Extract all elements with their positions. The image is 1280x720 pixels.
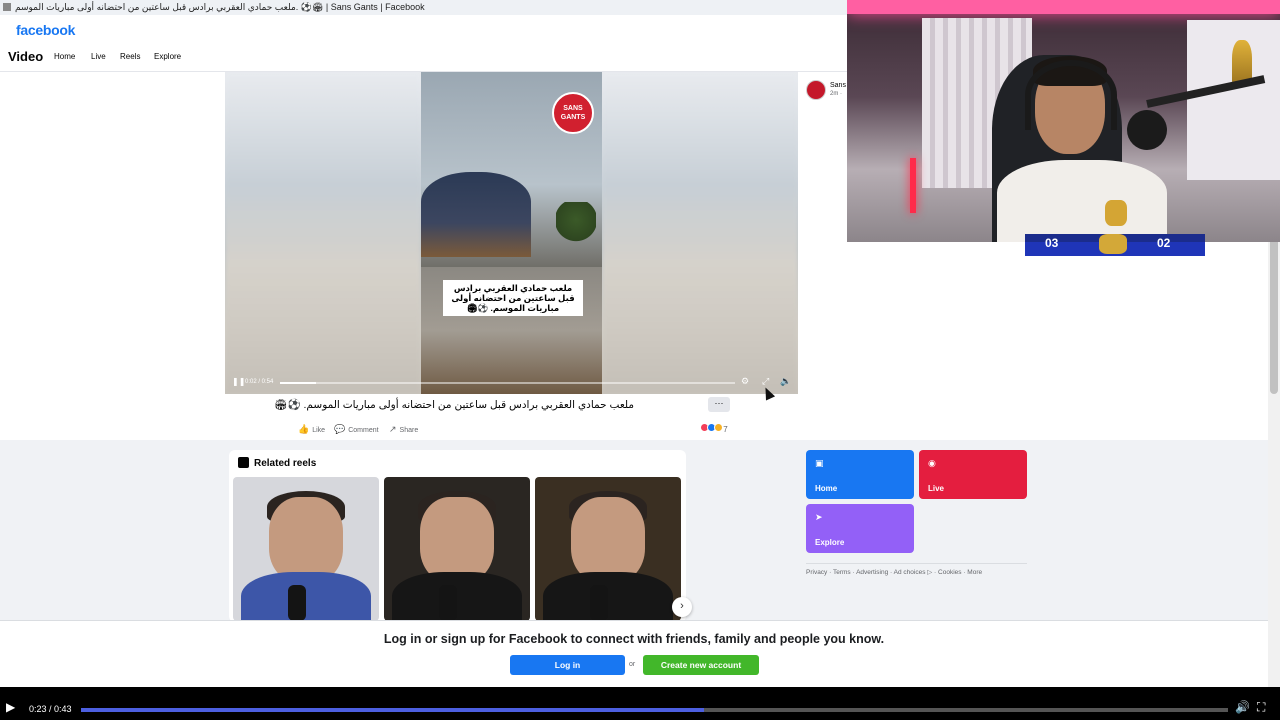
headset-image — [1025, 60, 1117, 130]
share-label: Share — [399, 427, 419, 434]
palm-tree-image — [556, 202, 596, 262]
video-icon: ▣ — [815, 458, 824, 468]
score-left: 03 — [1045, 236, 1059, 250]
pause-icon[interactable]: ❚❚ — [232, 377, 245, 386]
settings-icon[interactable]: ⚙ — [741, 376, 749, 387]
microphone-image — [439, 585, 457, 621]
login-prompt-text: Log in or sign up for Facebook to connec… — [383, 632, 885, 646]
red-light-bar — [910, 158, 916, 213]
post-title: ملعب حمادي العقربي برادس قبل ساعتين من ا… — [274, 399, 634, 411]
comment-label: Comment — [348, 427, 379, 434]
microphone-image — [1127, 110, 1167, 150]
login-button[interactable]: Log in — [510, 655, 625, 675]
tile-home-label: Home — [815, 484, 838, 493]
post-more-button[interactable]: ··· — [708, 397, 730, 412]
post-timestamp: 2m · — [830, 91, 842, 97]
share-button[interactable]: ↗ Share — [389, 424, 418, 435]
create-account-button[interactable]: Create new account — [643, 655, 759, 675]
live-icon: ◉ — [928, 458, 936, 468]
reel-person-face — [571, 497, 645, 583]
browser-tab-title[interactable]: ملعب حمادي العقربي برادس قبل ساعتين من ا… — [0, 0, 848, 15]
streamer-webcam — [847, 0, 1280, 242]
sans-gants-watermark: SANS GANTS — [552, 92, 594, 134]
tab-title-text: ملعب حمادي العقربي برادس قبل ساعتين من ا… — [15, 2, 425, 12]
crest-icon — [1099, 234, 1127, 254]
video-frame: SANS GANTS ملعب حمادي العقربي برادس قبل … — [421, 72, 602, 394]
reel-thumbnail[interactable] — [384, 477, 530, 621]
video-progress-bar[interactable] — [280, 382, 735, 384]
facebook-header: facebook — [0, 15, 848, 44]
video-time-readout: 0:02 / 0:54 — [245, 379, 274, 385]
media-seek-bar[interactable] — [81, 708, 1228, 712]
video-progress-fill — [280, 382, 317, 384]
reel-person-face — [269, 497, 343, 583]
like-button[interactable]: 👍 Like — [298, 424, 325, 435]
neon-ceiling-light — [847, 0, 1280, 14]
nav-link-reels[interactable]: Reels — [120, 52, 140, 61]
blurred-backdrop-left — [225, 72, 421, 394]
fullscreen-icon[interactable]: ⛶ — [1257, 700, 1265, 715]
comment-icon: 💬 — [334, 424, 346, 434]
reel-person-body — [241, 572, 371, 621]
score-overlay: 03 02 — [1025, 234, 1205, 256]
related-reels-title: Related reels — [254, 458, 317, 469]
divider — [806, 563, 1027, 564]
footer-links[interactable]: Privacy · Terms · Advertising · Ad choic… — [806, 568, 982, 576]
nav-link-live[interactable]: Live — [91, 52, 106, 61]
thumbs-up-icon: 👍 — [298, 424, 310, 434]
share-icon: ↗ — [389, 424, 397, 434]
tile-explore[interactable]: ➤ Explore — [806, 504, 914, 553]
like-label: Like — [312, 427, 326, 434]
explore-icon: ➤ — [815, 512, 823, 522]
volume-mute-icon[interactable]: 🔈 — [780, 376, 791, 387]
reel-person-body — [392, 572, 522, 621]
volume-icon[interactable]: 🔊 — [1235, 700, 1250, 714]
video-nav-bar: Video Home Live Reels Explore — [0, 44, 848, 72]
microphone-image — [288, 585, 306, 621]
reaction-summary[interactable]: 7 — [700, 423, 728, 434]
streamer-shirt — [997, 160, 1167, 242]
reel-person-face — [420, 497, 494, 583]
reel-thumbnail[interactable] — [233, 477, 379, 621]
reels-icon — [238, 457, 249, 468]
favicon-icon — [3, 3, 11, 11]
facebook-logo[interactable]: facebook — [16, 22, 75, 38]
tile-live-label: Live — [928, 484, 945, 493]
reel-thumbnail[interactable] — [535, 477, 681, 621]
media-player-bar: ▶ 0:23 / 0:43 🔊 ⛶ — [0, 687, 1280, 720]
page-name[interactable]: Sans — [830, 82, 846, 89]
page-avatar[interactable] — [806, 80, 826, 100]
haha-reaction-icon — [714, 423, 723, 432]
login-banner — [0, 620, 1268, 688]
blurred-backdrop-right — [602, 72, 798, 394]
video-section-title[interactable]: Video — [8, 49, 43, 64]
media-seek-fill — [81, 708, 704, 712]
reaction-count: 7 — [723, 425, 728, 434]
score-right: 02 — [1157, 236, 1171, 250]
comment-button[interactable]: 💬 Comment — [334, 424, 379, 435]
video-controls: ❚❚ 0:02 / 0:54 ⚙ ⤢ 🔈 — [225, 374, 798, 394]
video-player[interactable]: SANS GANTS ملعب حمادي العقربي برادس قبل … — [225, 72, 798, 394]
video-caption-overlay: ملعب حمادي العقربي برادس قبل ساعتين من ا… — [443, 280, 583, 316]
nav-link-home[interactable]: Home — [54, 52, 75, 61]
chevron-right-icon[interactable]: › — [672, 597, 692, 617]
tile-explore-label: Explore — [815, 538, 845, 547]
reel-person-body — [543, 572, 673, 621]
tile-live[interactable]: ◉ Live — [919, 450, 1027, 499]
microphone-image — [590, 585, 608, 621]
play-icon[interactable]: ▶ — [6, 700, 15, 714]
club-crest-image — [1105, 200, 1127, 226]
media-time-readout: 0:23 / 0:43 — [29, 704, 72, 714]
stadium-image — [421, 172, 531, 257]
tile-home[interactable]: ▣ Home — [806, 450, 914, 499]
or-separator: or — [629, 661, 636, 668]
nav-link-explore[interactable]: Explore — [154, 52, 181, 61]
